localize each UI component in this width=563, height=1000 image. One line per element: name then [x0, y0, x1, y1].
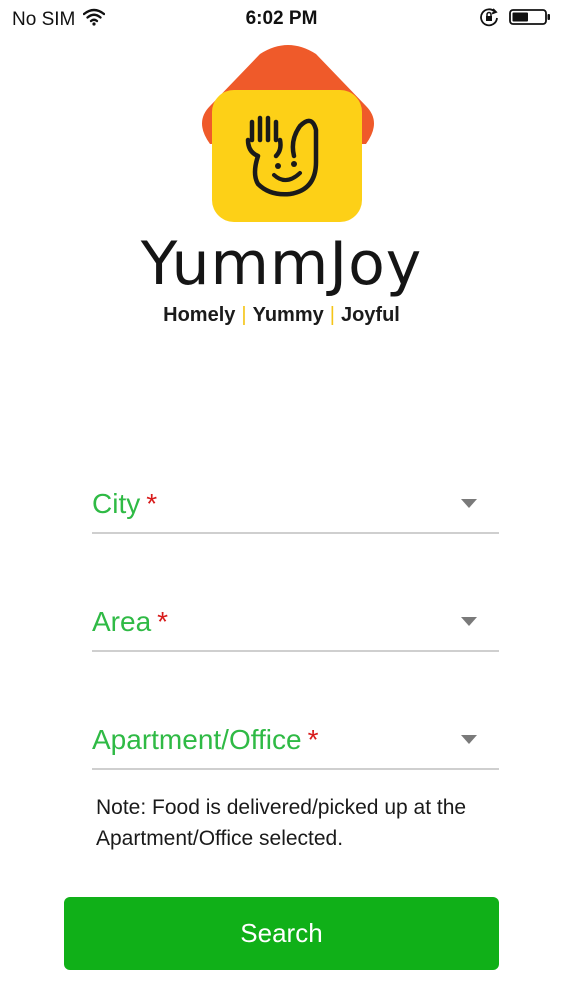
status-bar: No SIM 6:02 PM — [0, 0, 563, 38]
delivery-note: Note: Food is delivered/picked up at the… — [96, 796, 467, 850]
brand-name: YummJoy — [140, 229, 423, 299]
tagline-yummy: Yummy — [252, 304, 324, 326]
chevron-down-icon — [461, 617, 477, 626]
tagline-separator: | — [241, 304, 247, 326]
required-mark: * — [157, 606, 169, 637]
search-button[interactable]: Search — [64, 897, 499, 970]
brand-tagline: Homely | Yummy | Joyful — [0, 304, 563, 327]
city-dropdown[interactable]: City * — [92, 472, 499, 534]
app-screen: No SIM 6:02 PM YummJoy Homely | Yummy | … — [0, 0, 563, 1000]
area-label-text: Area — [92, 606, 152, 637]
apartment-label-text: Apartment/Office — [92, 724, 302, 755]
required-mark: * — [146, 488, 158, 519]
apartment-label: Apartment/Office * — [92, 724, 318, 756]
area-label: Area * — [92, 606, 168, 638]
yummjoy-logo — [190, 44, 386, 230]
area-dropdown[interactable]: Area * — [92, 590, 499, 652]
rotation-lock-icon — [479, 7, 499, 33]
city-label: City * — [92, 488, 157, 520]
city-label-text: City — [92, 488, 141, 519]
apartment-office-dropdown[interactable]: Apartment/Office * — [92, 708, 499, 770]
tagline-separator: | — [329, 304, 335, 326]
status-right — [479, 7, 551, 33]
battery-icon — [509, 7, 551, 33]
required-mark: * — [307, 724, 319, 755]
tagline-homely: Homely — [163, 304, 236, 326]
chevron-down-icon — [461, 735, 477, 744]
chevron-down-icon — [461, 499, 477, 508]
tagline-joyful: Joyful — [340, 304, 400, 326]
